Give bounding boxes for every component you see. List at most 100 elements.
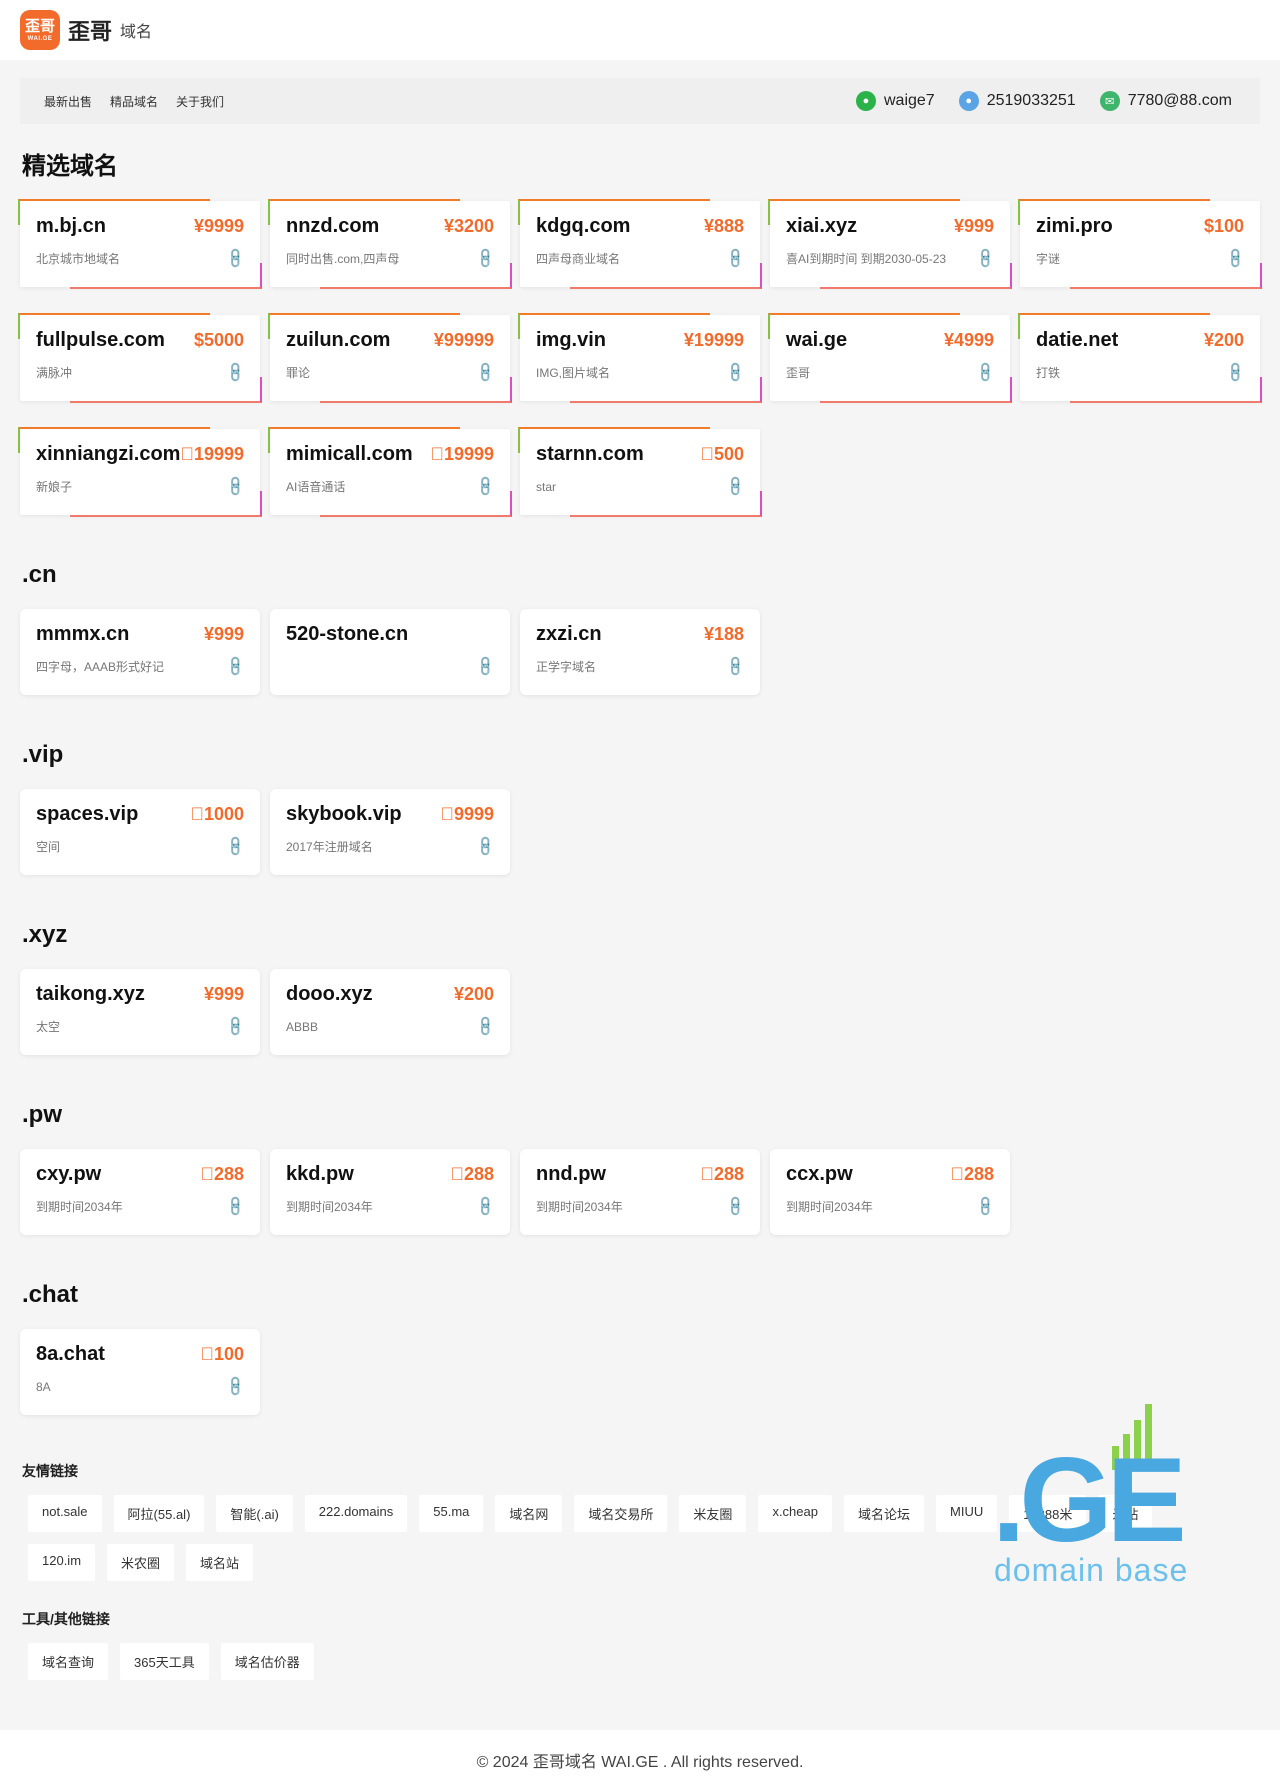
domain-name[interactable]: kdgq.com bbox=[536, 215, 630, 238]
domain-name[interactable]: skybook.vip bbox=[286, 803, 402, 826]
link-icon[interactable]: 🔗 bbox=[473, 654, 497, 678]
domain-card[interactable]: kdgq.com ¥888 四声母商业域名 🔗 bbox=[518, 199, 762, 289]
domain-card[interactable]: wai.ge ¥4999 歪哥 🔗 bbox=[768, 313, 1012, 403]
link-icon[interactable]: 🔗 bbox=[223, 834, 247, 858]
link-icon[interactable]: 🔗 bbox=[723, 1194, 747, 1218]
link-icon[interactable]: 🔗 bbox=[223, 474, 247, 498]
domain-name[interactable]: datie.net bbox=[1036, 329, 1118, 352]
domain-card[interactable]: 8a.chat  100 8A 🔗 bbox=[20, 1329, 260, 1415]
domain-name[interactable]: starnn.com bbox=[536, 443, 644, 466]
link-icon[interactable]: 🔗 bbox=[223, 1014, 247, 1038]
domain-name[interactable]: wai.ge bbox=[786, 329, 847, 352]
domain-card[interactable]: 520-stone.cn 🔗 bbox=[270, 609, 510, 695]
domain-card[interactable]: nnd.pw  288 到期时间2034年 🔗 bbox=[520, 1149, 760, 1235]
tool-link-tag[interactable]: 域名查询 bbox=[28, 1643, 109, 1680]
domain-price: ¥4999 bbox=[943, 330, 994, 350]
domain-name[interactable]: img.vin bbox=[536, 329, 606, 352]
link-icon[interactable]: 🔗 bbox=[973, 1194, 997, 1218]
domain-card[interactable]: mimicall.com  19999 AI语音通话 🔗 bbox=[268, 427, 512, 517]
domain-name[interactable]: zxzi.cn bbox=[536, 623, 602, 646]
domain-name[interactable]: mmmx.cn bbox=[36, 623, 129, 646]
email-contact[interactable]: ✉ 7780@88.com bbox=[1099, 91, 1232, 111]
domain-card[interactable]: taikong.xyz ¥999 太空 🔗 bbox=[20, 969, 260, 1055]
friend-link-tag[interactable]: 域名论坛 bbox=[843, 1495, 924, 1532]
domain-card[interactable]: kkd.pw  288 到期时间2034年 🔗 bbox=[270, 1149, 510, 1235]
domain-name[interactable]: nnd.pw bbox=[536, 1163, 606, 1186]
friend-link-tag[interactable]: 域名网 bbox=[495, 1495, 563, 1532]
domain-name[interactable]: xiai.xyz bbox=[786, 215, 857, 238]
link-icon[interactable]: 🔗 bbox=[723, 360, 747, 384]
domain-card[interactable]: starnn.com  500 star 🔗 bbox=[518, 427, 762, 517]
domain-name[interactable]: zimi.pro bbox=[1036, 215, 1113, 238]
link-icon[interactable]: 🔗 bbox=[723, 654, 747, 678]
link-icon[interactable]: 🔗 bbox=[1223, 246, 1247, 270]
link-icon[interactable]: 🔗 bbox=[723, 474, 747, 498]
link-icon[interactable]: 🔗 bbox=[1223, 360, 1247, 384]
friend-link-tag[interactable]: 米农圈 bbox=[107, 1544, 175, 1581]
domain-name[interactable]: kkd.pw bbox=[286, 1163, 354, 1186]
link-icon[interactable]: 🔗 bbox=[473, 834, 497, 858]
link-icon[interactable]: 🔗 bbox=[223, 1374, 247, 1398]
friend-link-tag[interactable]: not.sale bbox=[28, 1495, 102, 1532]
link-icon[interactable]: 🔗 bbox=[223, 1194, 247, 1218]
domain-name[interactable]: xinniangzi.com bbox=[36, 443, 180, 466]
domain-name[interactable]: 520-stone.cn bbox=[286, 623, 408, 646]
site-logo[interactable]: 歪哥 WAI.GE bbox=[20, 10, 60, 50]
wechat-contact[interactable]: ● waige7 bbox=[856, 91, 935, 111]
tool-link-tag[interactable]: 365天工具 bbox=[120, 1643, 209, 1680]
domain-card[interactable]: xiai.xyz ¥999 喜AI到期时间 到期2030-05-23 🔗 bbox=[768, 199, 1012, 289]
nav-link-latest[interactable]: 最新出售 bbox=[44, 93, 92, 110]
friend-link-tag[interactable]: 阿拉(55.al) bbox=[113, 1495, 205, 1532]
domain-card[interactable]: skybook.vip  9999 2017年注册域名 🔗 bbox=[270, 789, 510, 875]
domain-name[interactable]: ccx.pw bbox=[786, 1163, 853, 1186]
domain-name[interactable]: cxy.pw bbox=[36, 1163, 101, 1186]
domain-card[interactable]: zimi.pro $100 字谜 🔗 bbox=[1018, 199, 1262, 289]
link-icon[interactable]: 🔗 bbox=[473, 1194, 497, 1218]
friend-link-tag[interactable]: 55.ma bbox=[419, 1495, 484, 1532]
link-icon[interactable]: 🔗 bbox=[973, 246, 997, 270]
domain-card[interactable]: datie.net ¥200 打铁 🔗 bbox=[1018, 313, 1262, 403]
friend-link-tag[interactable]: 120.im bbox=[28, 1544, 96, 1581]
domain-name[interactable]: zuilun.com bbox=[286, 329, 390, 352]
link-icon[interactable]: 🔗 bbox=[223, 246, 247, 270]
domain-card[interactable]: spaces.vip  1000 空间 🔗 bbox=[20, 789, 260, 875]
link-icon[interactable]: 🔗 bbox=[223, 654, 247, 678]
domain-name[interactable]: nnzd.com bbox=[286, 215, 379, 238]
friend-link-tag[interactable]: 智能(.ai) bbox=[216, 1495, 293, 1532]
domain-card[interactable]: xinniangzi.com  19999 新娘子 🔗 bbox=[18, 427, 262, 517]
nav-link-premium[interactable]: 精品域名 bbox=[110, 93, 158, 110]
domain-card[interactable]: nnzd.com ¥3200 同时出售.com,四声母 🔗 bbox=[268, 199, 512, 289]
friend-link-tag[interactable]: 域名交易所 bbox=[574, 1495, 668, 1532]
link-icon[interactable]: 🔗 bbox=[473, 1014, 497, 1038]
friend-link-tag[interactable]: 域名站 bbox=[186, 1544, 254, 1581]
domain-card[interactable]: dooo.xyz ¥200 ABBB 🔗 bbox=[270, 969, 510, 1055]
qq-contact[interactable]: ● 2519033251 bbox=[958, 91, 1076, 111]
friend-link-tag[interactable]: MIUU bbox=[936, 1495, 998, 1532]
domain-name[interactable]: mimicall.com bbox=[286, 443, 413, 466]
domain-name[interactable]: 8a.chat bbox=[36, 1343, 105, 1366]
domain-card[interactable]: m.bj.cn ¥9999 北京城市地域名 🔗 bbox=[18, 199, 262, 289]
tool-link-tag[interactable]: 域名估价器 bbox=[220, 1643, 314, 1680]
domain-card[interactable]: fullpulse.com $5000 满脉冲 🔗 bbox=[18, 313, 262, 403]
domain-card[interactable]: img.vin ¥19999 IMG,图片域名 🔗 bbox=[518, 313, 762, 403]
domain-name[interactable]: taikong.xyz bbox=[36, 983, 145, 1006]
domain-card[interactable]: mmmx.cn ¥999 四字母，AAAB形式好记 🔗 bbox=[20, 609, 260, 695]
friend-link-tag[interactable]: x.cheap bbox=[758, 1495, 832, 1532]
domain-name[interactable]: spaces.vip bbox=[36, 803, 138, 826]
friend-link-tag[interactable]: 米友圈 bbox=[679, 1495, 747, 1532]
link-icon[interactable]: 🔗 bbox=[473, 360, 497, 384]
domain-name[interactable]: fullpulse.com bbox=[36, 329, 165, 352]
link-icon[interactable]: 🔗 bbox=[473, 474, 497, 498]
domain-card[interactable]: zxzi.cn ¥188 正学字域名 🔗 bbox=[520, 609, 760, 695]
link-icon[interactable]: 🔗 bbox=[223, 360, 247, 384]
domain-card[interactable]: zuilun.com ¥99999 罪论 🔗 bbox=[268, 313, 512, 403]
domain-name[interactable]: dooo.xyz bbox=[286, 983, 373, 1006]
domain-name[interactable]: m.bj.cn bbox=[36, 215, 106, 238]
link-icon[interactable]: 🔗 bbox=[473, 246, 497, 270]
friend-link-tag[interactable]: 222.domains bbox=[304, 1495, 408, 1532]
link-icon[interactable]: 🔗 bbox=[973, 360, 997, 384]
domain-card[interactable]: cxy.pw  288 到期时间2034年 🔗 bbox=[20, 1149, 260, 1235]
domain-card[interactable]: ccx.pw  288 到期时间2034年 🔗 bbox=[770, 1149, 1010, 1235]
link-icon[interactable]: 🔗 bbox=[723, 246, 747, 270]
nav-link-about[interactable]: 关于我们 bbox=[176, 93, 224, 110]
